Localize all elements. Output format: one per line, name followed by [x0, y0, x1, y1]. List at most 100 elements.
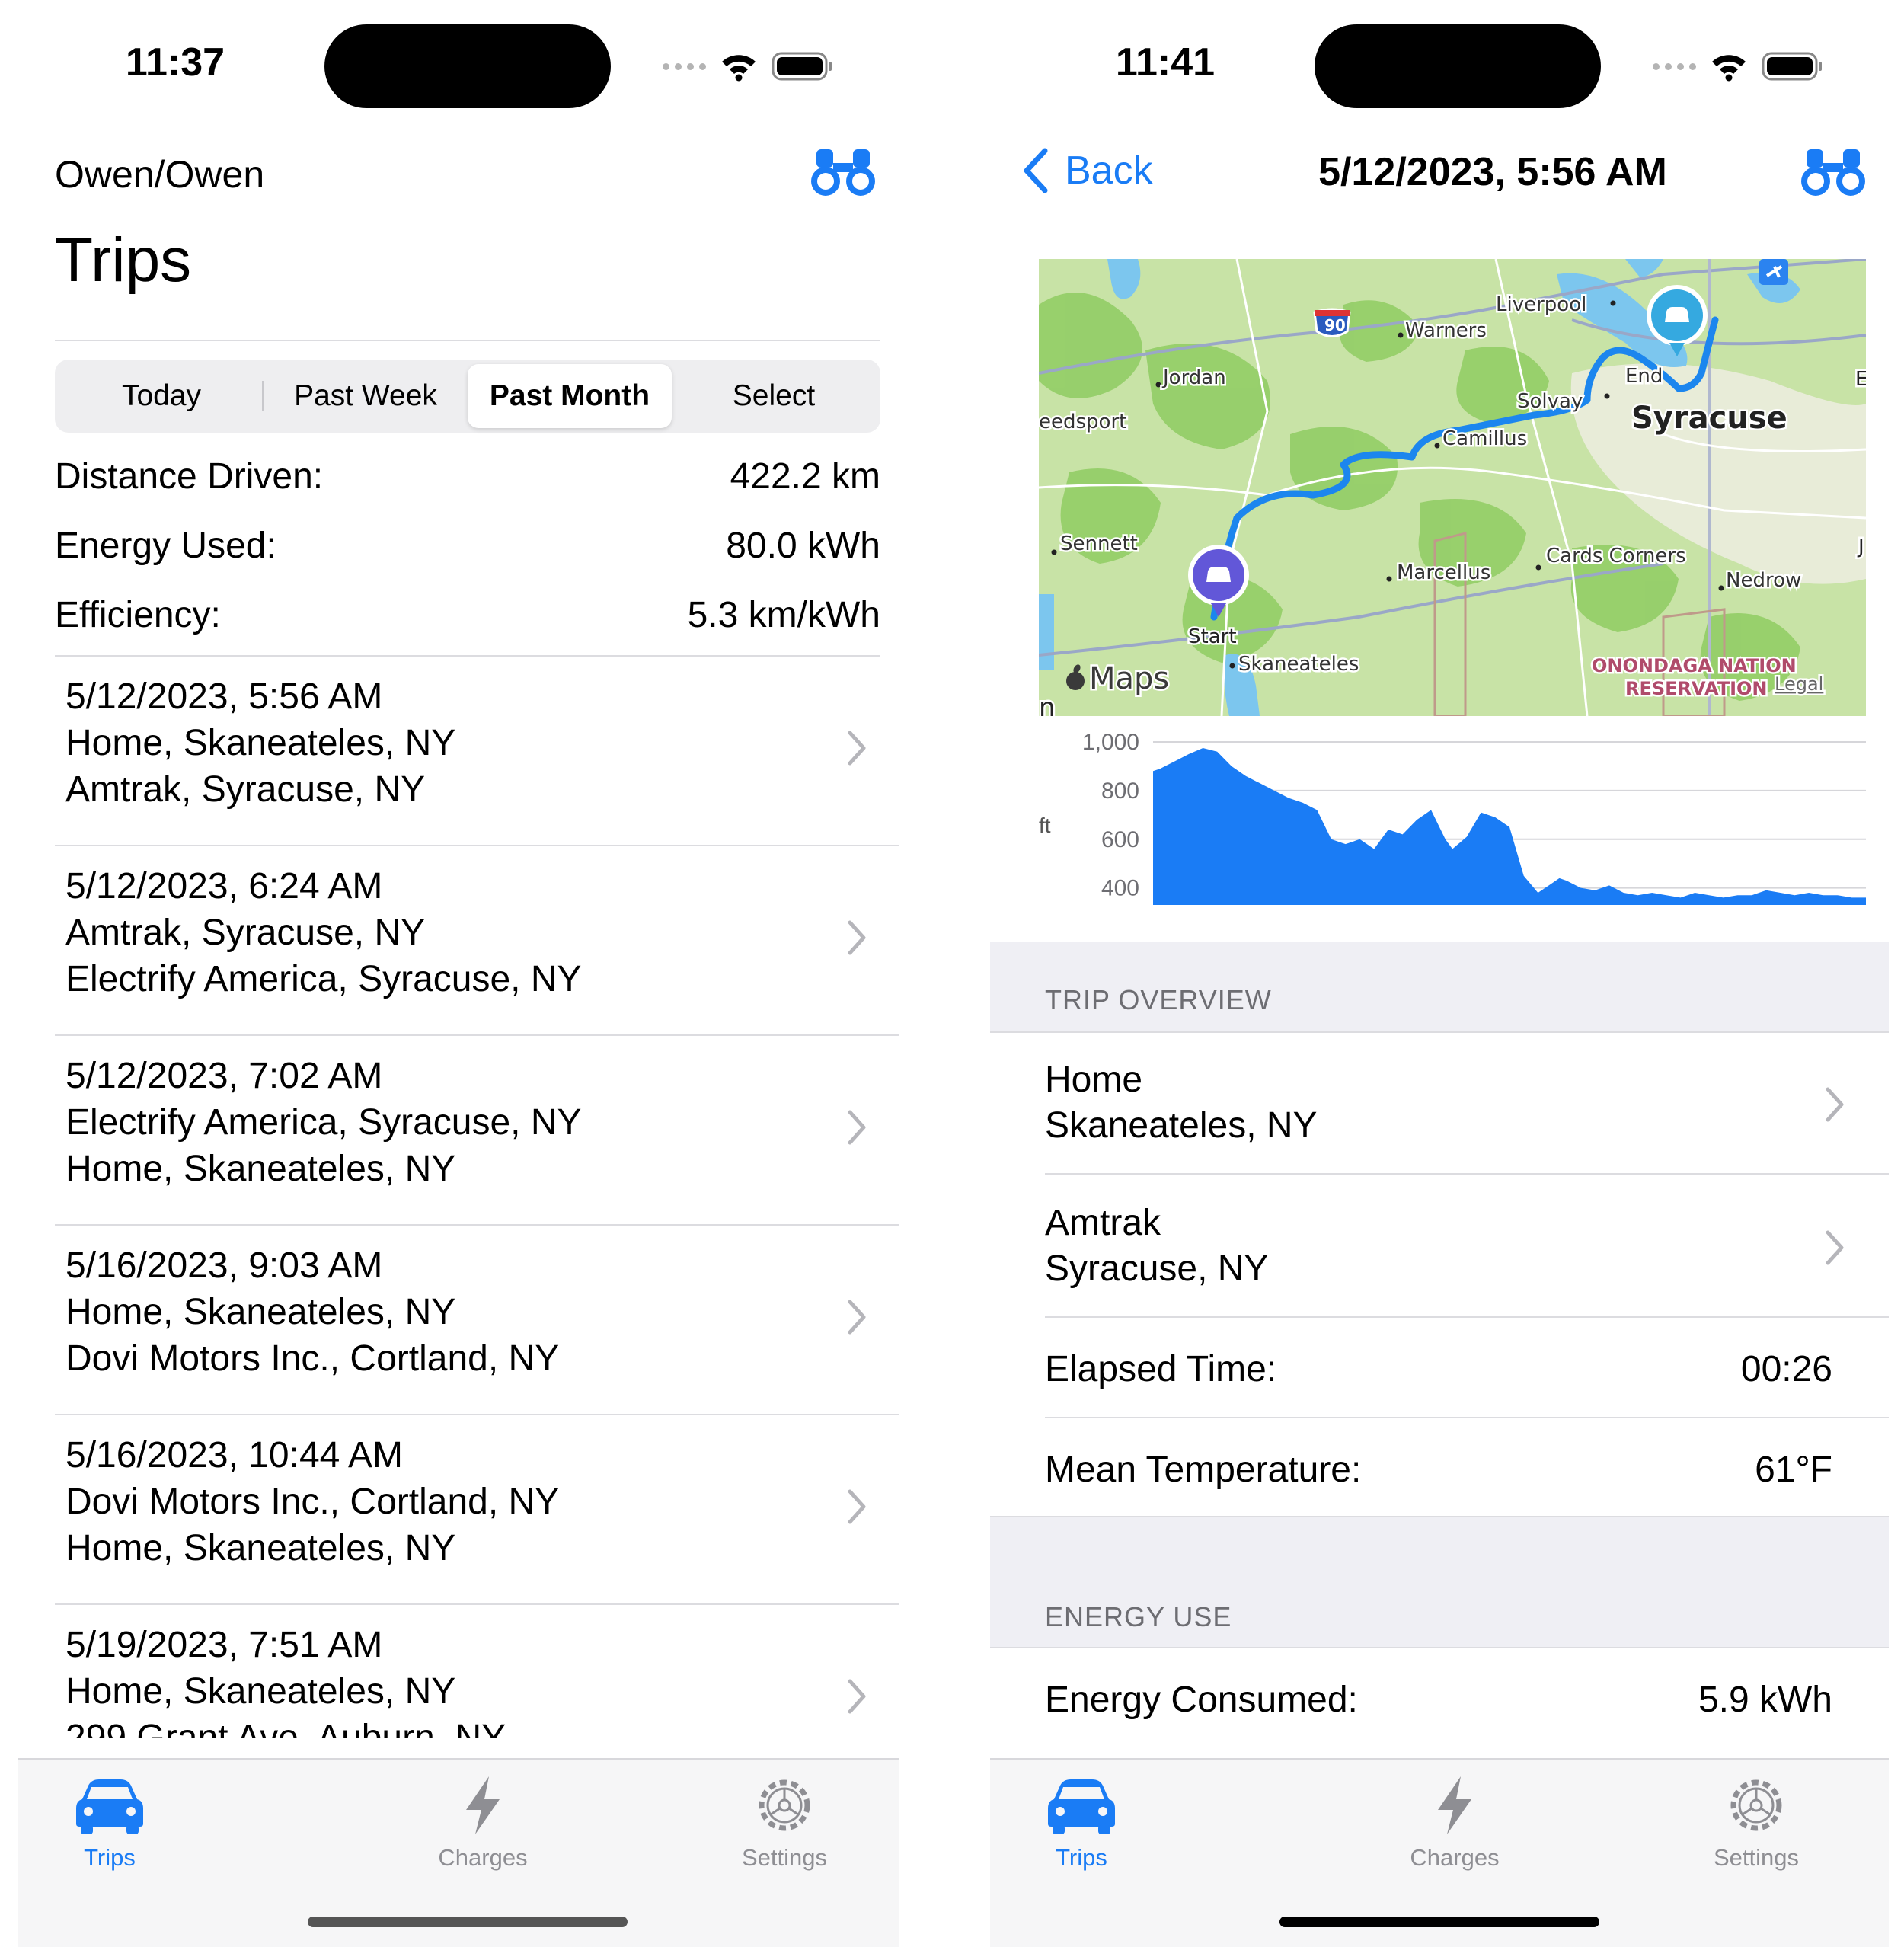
trip-end-location-row[interactable]: Amtrak Syracuse, NY	[1045, 1200, 1844, 1292]
energy-consumed-row: Energy Consumed: 5.9 kWh	[1045, 1679, 1832, 1721]
segment-today[interactable]: Today	[59, 364, 264, 428]
y-tick-label: 1,000	[1082, 730, 1139, 755]
stat-efficiency: Efficiency: 5.3 km/kWh	[55, 594, 880, 636]
tab-label: Charges	[438, 1844, 528, 1871]
map-label-end: End	[1625, 365, 1663, 388]
trip-row[interactable]: 5/12/2023, 5:56 AM Home, Skaneateles, NY…	[55, 657, 899, 846]
title-divider	[55, 340, 880, 341]
trip-row[interactable]: 5/12/2023, 7:02 AM Electrify America, Sy…	[55, 1036, 899, 1226]
row-divider	[1045, 1173, 1889, 1175]
car-icon	[76, 1779, 143, 1834]
back-chevron-icon	[1024, 148, 1048, 193]
trip-row[interactable]: 5/16/2023, 9:03 AM Home, Skaneateles, NY…	[55, 1226, 899, 1415]
trip-list: 5/12/2023, 5:56 AM Home, Skaneateles, NY…	[55, 657, 899, 1738]
map-label-cards-corners: Cards Corners	[1546, 545, 1686, 567]
binoculars-icon[interactable]	[1799, 146, 1867, 200]
page-title: Trips	[55, 225, 192, 295]
tab-trips[interactable]: Trips	[990, 1775, 1173, 1872]
mean-temperature-label: Mean Temperature:	[1045, 1450, 1362, 1490]
stat-label: Efficiency:	[55, 595, 221, 635]
trip-date: 5/12/2023, 5:56 AM	[65, 676, 383, 717]
chevron-right-icon	[848, 1679, 866, 1714]
date-range-segmented-control: Today Past Week Past Month Select	[55, 360, 880, 433]
mean-temperature-value: 61°F	[1755, 1450, 1832, 1490]
tab-trips[interactable]: Trips	[18, 1775, 201, 1872]
energy-consumed-label: Energy Consumed:	[1045, 1680, 1358, 1720]
bolt-icon	[466, 1776, 500, 1834]
chevron-right-icon	[848, 920, 866, 955]
map-label-reservation: RESERVATION	[1625, 678, 1767, 699]
y-tick-label: 400	[1101, 876, 1139, 901]
interstate-label: 90	[1324, 316, 1346, 334]
chevron-right-icon	[848, 1300, 866, 1335]
map-edge-label-n: n	[1039, 692, 1056, 716]
map-label-nedrow: Nedrow	[1726, 569, 1801, 592]
chevron-right-icon	[848, 1110, 866, 1145]
map-edge-label-j: J	[1857, 536, 1864, 558]
trip-row[interactable]: 5/19/2023, 7:51 AM Home, Skaneateles, NY…	[55, 1605, 899, 1738]
trip-start-location-row[interactable]: Home Skaneateles, NY	[1045, 1057, 1844, 1149]
status-icons	[1653, 47, 1824, 85]
trip-date: 5/16/2023, 10:44 AM	[65, 1435, 404, 1475]
trip-route-map[interactable]: Liverpool Warners Jordan eedsport Solvay…	[1039, 259, 1866, 716]
y-tick-label: 800	[1101, 778, 1139, 804]
tab-charges[interactable]: Charges	[1363, 1775, 1546, 1872]
tab-settings[interactable]: Settings	[1665, 1775, 1848, 1872]
elevation-chart: ft 1,000 800 600 400	[1039, 730, 1866, 905]
segment-past-week[interactable]: Past Week	[264, 364, 468, 428]
binoculars-icon[interactable]	[809, 146, 877, 200]
tab-settings[interactable]: Settings	[693, 1775, 876, 1872]
trip-detail-screen: 11:41 Back 5/12/2023, 5:56 AM Liverpool …	[990, 0, 1889, 1947]
map-attribution: Maps	[1089, 661, 1169, 696]
tab-label: Settings	[1713, 1844, 1799, 1871]
segment-select[interactable]: Select	[672, 364, 876, 428]
back-label: Back	[1065, 149, 1153, 193]
status-icons	[663, 47, 834, 85]
stat-value: 422.2 km	[730, 456, 880, 497]
home-indicator	[1279, 1917, 1599, 1927]
stat-value: 5.3 km/kWh	[687, 595, 880, 635]
trip-origin: Amtrak, Syracuse, NY	[65, 913, 426, 953]
trip-date: 5/16/2023, 9:03 AM	[65, 1245, 383, 1286]
trip-row[interactable]: 5/12/2023, 6:24 AM Amtrak, Syracuse, NY …	[55, 846, 899, 1036]
elapsed-time-label: Elapsed Time:	[1045, 1349, 1277, 1389]
trip-destination: Amtrak, Syracuse, NY	[65, 769, 426, 810]
dynamic-island	[324, 24, 611, 108]
dynamic-island	[1315, 24, 1601, 108]
row-divider	[1045, 1316, 1889, 1318]
elevation-area	[1153, 748, 1866, 905]
segment-past-month[interactable]: Past Month	[468, 364, 672, 428]
trip-origin: Dovi Motors Inc., Cortland, NY	[65, 1482, 560, 1522]
home-indicator	[308, 1917, 628, 1927]
trip-date: 5/12/2023, 6:24 AM	[65, 866, 383, 906]
page-title: 5/12/2023, 5:56 AM	[1318, 150, 1667, 194]
map-label-syracuse: Syracuse	[1631, 401, 1787, 436]
trip-date: 5/12/2023, 7:02 AM	[65, 1056, 383, 1096]
trip-destination: 299 Grant Ave, Auburn, NY	[65, 1718, 506, 1738]
trip-row[interactable]: 5/16/2023, 10:44 AM Dovi Motors Inc., Co…	[55, 1415, 899, 1605]
chevron-right-icon	[848, 731, 866, 766]
trip-destination: Electrify America, Syracuse, NY	[65, 959, 582, 999]
location-city: Skaneateles, NY	[1045, 1105, 1318, 1146]
trip-origin: Home, Skaneateles, NY	[65, 723, 456, 763]
wifi-icon	[722, 55, 756, 82]
bolt-icon	[1438, 1776, 1471, 1834]
map-label-jordan: Jordan	[1161, 366, 1226, 389]
stat-label: Distance Driven:	[55, 456, 324, 497]
section-divider	[990, 1647, 1889, 1648]
cellular-signal-icon	[1653, 62, 1696, 70]
location-city: Syracuse, NY	[1045, 1248, 1269, 1289]
tab-label: Charges	[1410, 1844, 1500, 1871]
y-axis-label: ft	[1039, 814, 1051, 837]
cellular-signal-icon	[663, 62, 706, 70]
tab-charges[interactable]: Charges	[391, 1775, 574, 1872]
map-edge-label-e: E	[1855, 368, 1866, 391]
map-label-start: Start	[1188, 625, 1237, 648]
status-time: 11:41	[1115, 40, 1216, 85]
back-button[interactable]: Back	[1021, 146, 1153, 195]
section-header-trip-overview: TRIP OVERVIEW	[1045, 984, 1272, 1015]
battery-icon	[1762, 52, 1822, 81]
tab-label: Settings	[741, 1844, 827, 1871]
elapsed-time-row: Elapsed Time: 00:26	[1045, 1348, 1832, 1390]
map-label-onondaga-nation: ONONDAGA NATION	[1592, 655, 1797, 676]
